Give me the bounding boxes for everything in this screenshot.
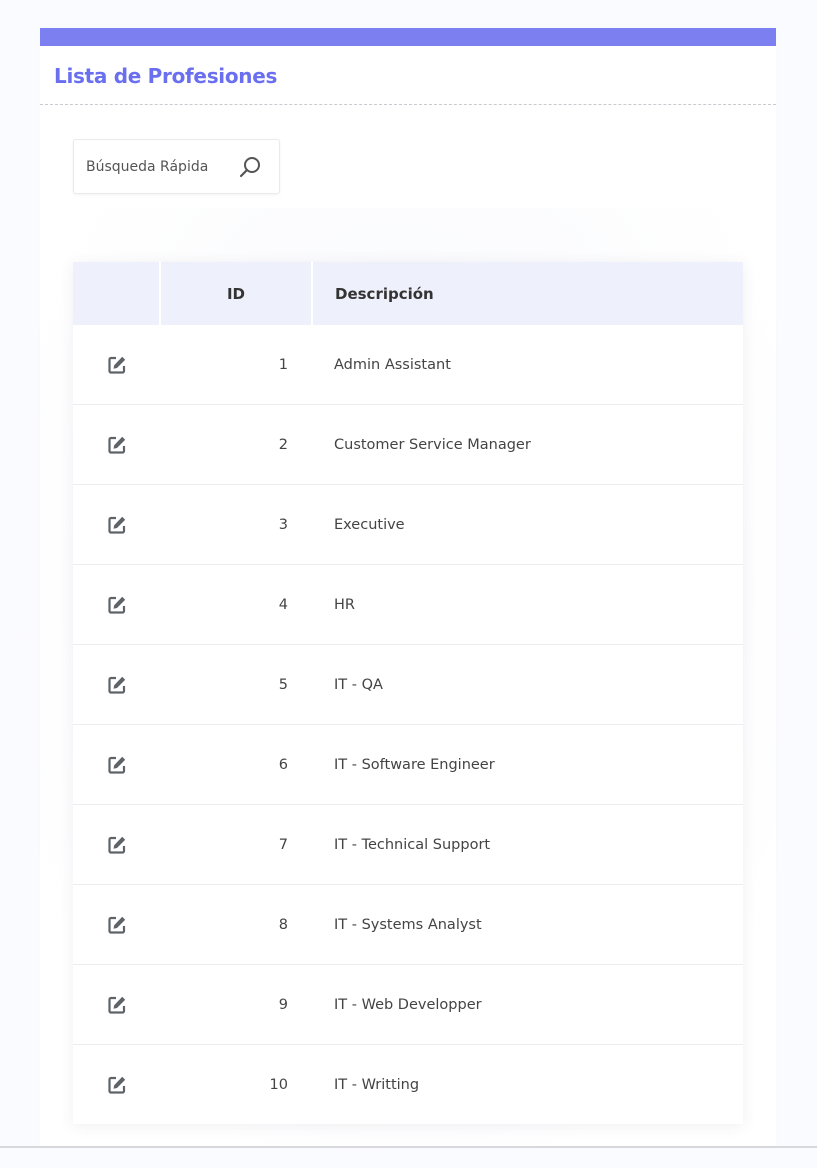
edit-icon[interactable]	[107, 915, 127, 935]
row-action-cell	[73, 564, 160, 645]
table-header-row: ID Descripción	[73, 262, 743, 325]
row-description: IT - Writting	[312, 1044, 743, 1124]
table-body: 1 Admin Assistant 2 Customer Service Man…	[73, 325, 743, 1124]
row-id: 1	[278, 356, 288, 373]
row-id: 10	[160, 1044, 312, 1124]
edit-icon[interactable]	[107, 355, 127, 375]
row-description: Admin Assistant	[334, 356, 451, 373]
edit-icon[interactable]	[107, 515, 127, 535]
column-header-description[interactable]: Descripción	[312, 262, 743, 325]
search-input[interactable]	[86, 156, 230, 178]
table-row[interactable]: 10 IT - Writting	[73, 1044, 743, 1124]
professions-table: ID Descripción 1 Admin Assistant 2 Custo…	[73, 262, 743, 1124]
edit-icon[interactable]	[107, 995, 127, 1015]
edit-icon[interactable]	[107, 755, 127, 775]
row-action-cell	[73, 884, 160, 965]
row-action-cell	[73, 325, 160, 405]
row-id: 3	[160, 484, 312, 565]
title-divider	[40, 104, 776, 105]
table-row[interactable]: 3 Executive	[73, 484, 743, 565]
row-description: IT - Systems Analyst	[312, 884, 743, 965]
page-title: Lista de Profesiones	[54, 64, 278, 88]
edit-icon[interactable]	[107, 1075, 127, 1095]
row-description: IT - Web Developper	[312, 964, 743, 1045]
row-action-cell	[73, 724, 160, 805]
row-id: 7	[160, 804, 312, 885]
table-row[interactable]: 7 IT - Technical Support	[73, 804, 743, 885]
table-row[interactable]: 2 Customer Service Manager	[73, 404, 743, 485]
panel-accent-bar	[40, 28, 776, 46]
row-description: Customer Service Manager	[312, 404, 743, 485]
quick-search-box[interactable]	[73, 139, 280, 194]
edit-icon[interactable]	[107, 835, 127, 855]
row-description: IT - QA	[312, 644, 743, 725]
row-action-cell	[73, 1044, 160, 1124]
row-id: 9	[160, 964, 312, 1045]
table-row[interactable]: 8 IT - Systems Analyst	[73, 884, 743, 965]
edit-icon[interactable]	[107, 675, 127, 695]
table-row[interactable]: 9 IT - Web Developper	[73, 964, 743, 1045]
table-row[interactable]: 4 HR	[73, 564, 743, 645]
row-action-cell	[73, 644, 160, 725]
row-action-cell	[73, 804, 160, 885]
edit-icon[interactable]	[107, 435, 127, 455]
edit-icon[interactable]	[107, 595, 127, 615]
table-row[interactable]: 5 IT - QA	[73, 644, 743, 725]
professions-table-container: ID Descripción 1 Admin Assistant 2 Custo…	[73, 262, 743, 1124]
row-id: 6	[160, 724, 312, 805]
row-description: HR	[312, 564, 743, 645]
column-header-actions	[73, 262, 161, 325]
profession-list-panel: Lista de Profesiones ID Descripción	[12, 28, 804, 1168]
table-row[interactable]: 1 Admin Assistant	[73, 325, 743, 405]
row-id: 2	[160, 404, 312, 485]
row-description: Executive	[312, 484, 743, 565]
row-action-cell	[73, 404, 160, 485]
search-icon[interactable]	[236, 154, 264, 182]
row-id: 8	[160, 884, 312, 965]
row-id: 5	[160, 644, 312, 725]
row-action-cell	[73, 964, 160, 1045]
column-header-id[interactable]: ID	[160, 262, 313, 325]
table-row[interactable]: 6 IT - Software Engineer	[73, 724, 743, 805]
window-bottom-edge	[0, 1146, 817, 1148]
row-description: IT - Software Engineer	[312, 724, 743, 805]
row-description: IT - Technical Support	[312, 804, 743, 885]
row-action-cell	[73, 484, 160, 565]
row-id: 4	[160, 564, 312, 645]
